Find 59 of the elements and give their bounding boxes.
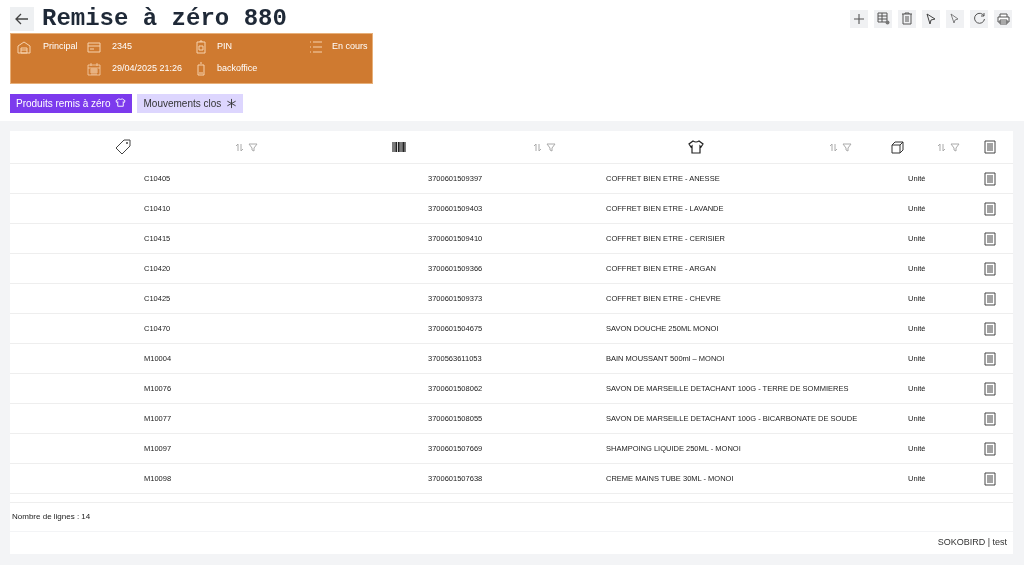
details-icon[interactable] bbox=[983, 411, 996, 426]
info-value: 2345 bbox=[112, 40, 134, 54]
list-icon[interactable] bbox=[983, 140, 996, 154]
add-button[interactable] bbox=[850, 9, 868, 28]
page-title: Remise à zéro 880 bbox=[42, 3, 287, 34]
sort-icon[interactable] bbox=[829, 142, 838, 152]
details-icon[interactable] bbox=[983, 441, 996, 456]
sort-icon[interactable] bbox=[533, 142, 542, 152]
tab[interactable]: Produits remis à zéro bbox=[10, 94, 133, 113]
list-icon bbox=[309, 40, 323, 54]
shirt-icon bbox=[115, 98, 127, 109]
trash-icon bbox=[901, 12, 913, 25]
pointer-button[interactable] bbox=[946, 9, 964, 28]
table-icon bbox=[876, 12, 890, 25]
back-arrow-icon bbox=[15, 12, 29, 25]
info-value: backoffice bbox=[217, 62, 259, 76]
sort-icon[interactable] bbox=[235, 142, 244, 152]
cursor-icon bbox=[949, 12, 961, 25]
filter-icon[interactable] bbox=[248, 142, 258, 152]
phone-icon bbox=[194, 62, 208, 76]
shirt-icon bbox=[687, 140, 704, 154]
filter-icon[interactable] bbox=[842, 142, 852, 152]
details-icon[interactable] bbox=[983, 471, 996, 486]
refresh-icon bbox=[972, 12, 986, 25]
printer-icon bbox=[996, 12, 1010, 25]
calendar-icon bbox=[87, 62, 101, 76]
info-value: Principal bbox=[43, 40, 79, 54]
print-button[interactable] bbox=[994, 9, 1012, 28]
warehouse-icon bbox=[17, 40, 31, 54]
details-icon[interactable] bbox=[983, 201, 996, 216]
details-icon[interactable] bbox=[983, 261, 996, 276]
card-icon bbox=[87, 40, 101, 54]
details-icon[interactable] bbox=[983, 321, 996, 336]
sort-icon[interactable] bbox=[937, 142, 946, 152]
filter-icon[interactable] bbox=[546, 142, 556, 152]
details-icon[interactable] bbox=[983, 381, 996, 396]
pointer-button[interactable] bbox=[922, 9, 940, 28]
asterisk-icon bbox=[226, 98, 238, 109]
delete-button[interactable] bbox=[898, 9, 916, 28]
filter-icon[interactable] bbox=[950, 142, 960, 152]
refresh-button[interactable] bbox=[970, 9, 988, 28]
back-button[interactable] bbox=[10, 6, 34, 31]
info-value: PIN bbox=[217, 40, 233, 54]
tab[interactable]: Mouvements clos bbox=[137, 94, 244, 113]
tag-icon bbox=[114, 139, 131, 155]
cursor-icon bbox=[925, 12, 937, 25]
box-icon bbox=[891, 140, 904, 154]
table-settings-button[interactable] bbox=[874, 9, 892, 28]
details-icon[interactable] bbox=[983, 231, 996, 246]
details-icon[interactable] bbox=[983, 291, 996, 306]
details-icon[interactable] bbox=[983, 171, 996, 186]
row-count: Nombre de lignes : 14 bbox=[12, 511, 91, 523]
plus-icon bbox=[853, 12, 865, 25]
info-value: En cours bbox=[332, 40, 368, 54]
details-icon[interactable] bbox=[983, 351, 996, 366]
info-value: 29/04/2025 21:26 bbox=[112, 62, 184, 76]
barcode-icon bbox=[391, 142, 406, 152]
badge-icon bbox=[194, 40, 208, 54]
status-text: SOKOBIRD | test bbox=[937, 536, 1007, 550]
